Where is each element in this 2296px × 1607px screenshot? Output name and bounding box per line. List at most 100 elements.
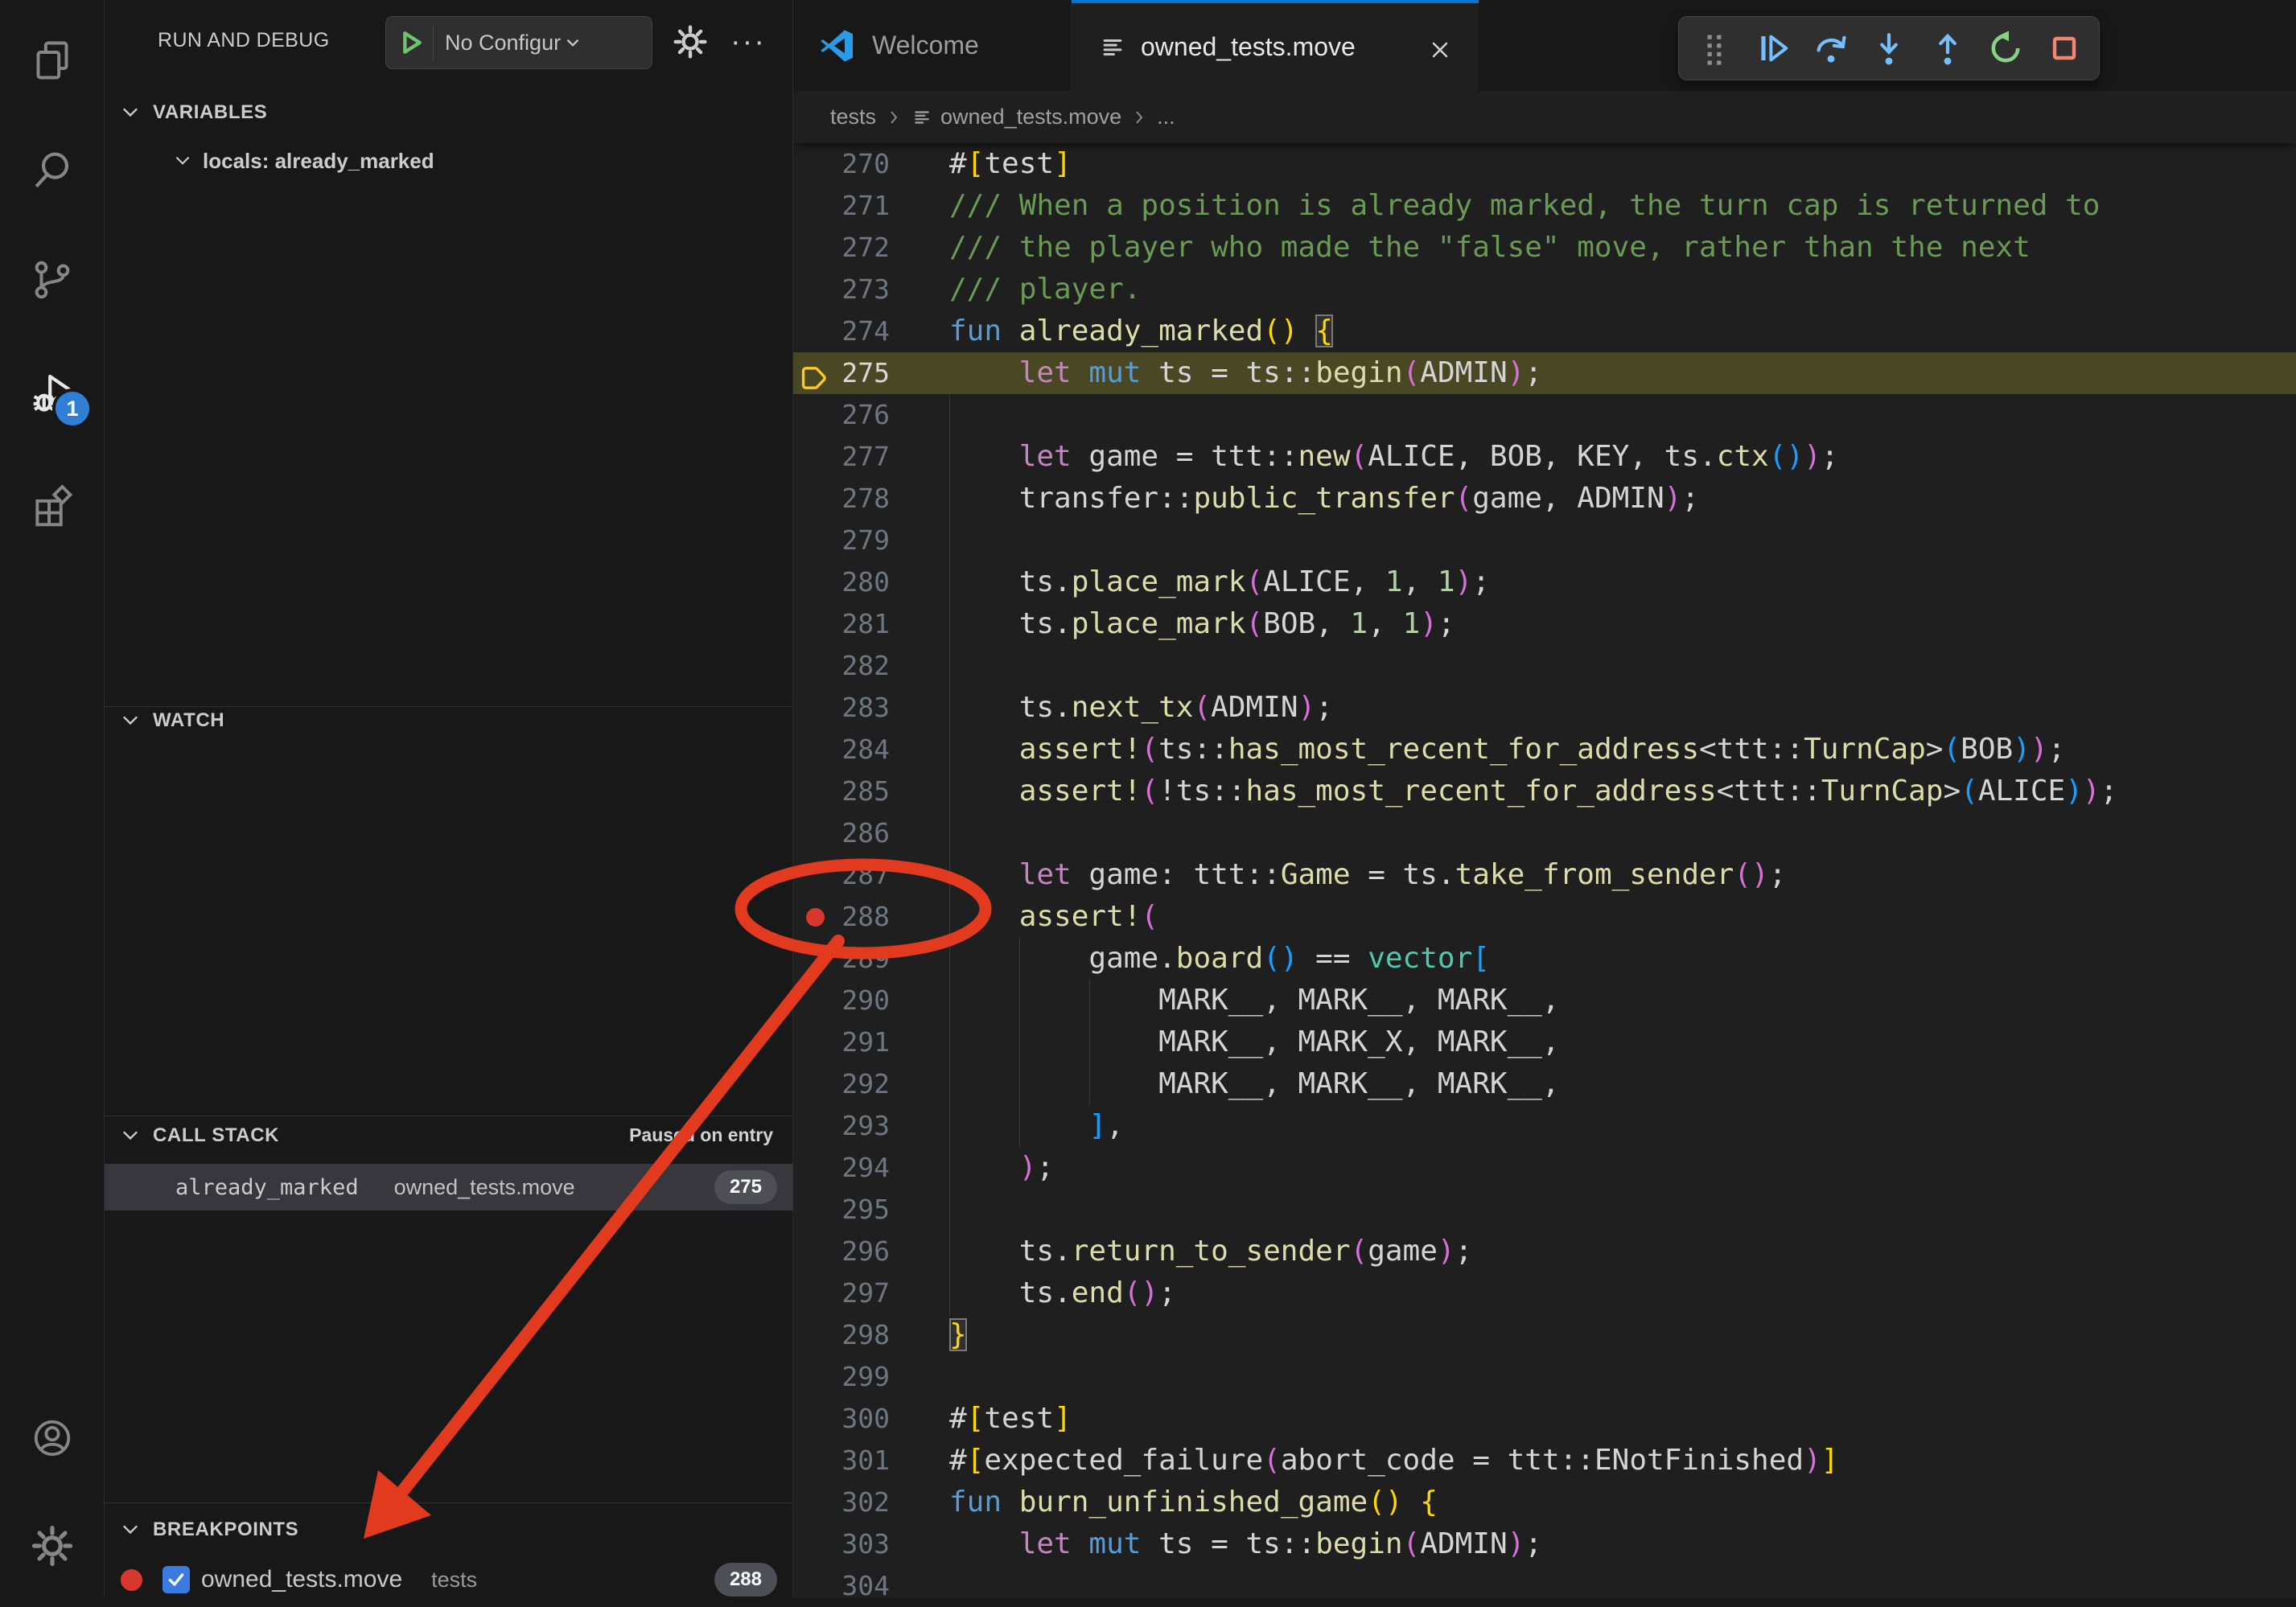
code-line[interactable]: 289 game.board() == vector[ [793, 938, 2296, 980]
line-number[interactable]: 289 [793, 938, 890, 980]
line-number[interactable]: 281 [793, 603, 890, 645]
line-number[interactable]: 277 [793, 436, 890, 478]
code-line[interactable]: 293 ], [793, 1105, 2296, 1147]
drag-grip-button[interactable] [1691, 25, 1738, 72]
code-line[interactable]: 273/// player. [793, 269, 2296, 310]
line-number[interactable]: 300 [793, 1398, 890, 1440]
line-number[interactable]: 276 [793, 394, 890, 436]
activity-bar-item-source-control[interactable] [0, 236, 104, 324]
line-number[interactable]: 291 [793, 1021, 890, 1063]
code-line[interactable]: 291 MARK__, MARK_X, MARK__, [793, 1021, 2296, 1063]
line-number[interactable]: 273 [793, 269, 890, 310]
breakpoints-section-header[interactable]: BREAKPOINTS [105, 1512, 793, 1547]
line-number[interactable]: 302 [793, 1482, 890, 1523]
code-line[interactable]: 275 let mut ts = ts::begin(ADMIN); [793, 352, 2296, 394]
breadcrumb-item[interactable]: owned_tests.move [940, 105, 1121, 129]
code-line[interactable]: 303 let mut ts = ts::begin(ADMIN); [793, 1523, 2296, 1565]
breadcrumb-item[interactable]: tests [830, 105, 876, 129]
line-number[interactable]: 297 [793, 1272, 890, 1314]
breakpoint-dot-icon[interactable] [806, 908, 825, 927]
line-number[interactable]: 272 [793, 227, 890, 269]
code-line[interactable]: 290 MARK__, MARK__, MARK__, [793, 980, 2296, 1021]
line-number[interactable]: 292 [793, 1063, 890, 1105]
activity-bar-item-account[interactable] [0, 1394, 104, 1482]
code-line[interactable]: 297 ts.end(); [793, 1272, 2296, 1314]
code-line[interactable]: 271/// When a position is already marked… [793, 185, 2296, 227]
line-number[interactable]: 299 [793, 1356, 890, 1398]
code-line[interactable]: 283 ts.next_tx(ADMIN); [793, 687, 2296, 729]
code-line[interactable]: 288 assert!( [793, 896, 2296, 938]
variables-section-header[interactable]: VARIABLES [105, 95, 793, 130]
code-line[interactable]: 287 let game: ttt::Game = ts.take_from_s… [793, 854, 2296, 896]
code-line[interactable]: 281 ts.place_mark(BOB, 1, 1); [793, 603, 2296, 645]
code-line[interactable]: 301#[expected_failure(abort_code = ttt::… [793, 1440, 2296, 1482]
code-line[interactable]: 299 [793, 1356, 2296, 1398]
call-stack-frame-row[interactable]: already_marked owned_tests.move 275 [105, 1164, 793, 1210]
line-number[interactable]: 270 [793, 143, 890, 185]
code-text: ts.end(); [949, 1272, 1176, 1314]
code-editor[interactable]: 270#[test]271/// When a position is alre… [793, 0, 2296, 1597]
code-line[interactable]: 298} [793, 1314, 2296, 1356]
code-line[interactable]: 274fun already_marked() { [793, 310, 2296, 352]
step-out-button[interactable] [1924, 25, 1971, 72]
line-number[interactable]: 284 [793, 729, 890, 771]
code-line[interactable]: 284 assert!(ts::has_most_recent_for_addr… [793, 729, 2296, 771]
code-line[interactable]: 295 [793, 1189, 2296, 1231]
code-line[interactable]: 277 let game = ttt::new(ALICE, BOB, KEY,… [793, 436, 2296, 478]
breadcrumb-item[interactable]: ... [1157, 105, 1175, 129]
debug-settings-button[interactable] [668, 19, 713, 64]
code-line[interactable]: 280 ts.place_mark(ALICE, 1, 1); [793, 561, 2296, 603]
line-number[interactable]: 271 [793, 185, 890, 227]
frame-function-name: already_marked [175, 1175, 359, 1200]
line-number[interactable]: 298 [793, 1314, 890, 1356]
activity-bar-item-explorer[interactable] [0, 16, 104, 105]
line-number[interactable]: 301 [793, 1440, 890, 1482]
line-number[interactable]: 278 [793, 478, 890, 520]
activity-bar-item-search[interactable] [0, 126, 104, 215]
continue-button[interactable] [1749, 25, 1796, 72]
restart-button[interactable] [1982, 25, 2029, 72]
code-line[interactable]: 300#[test] [793, 1398, 2296, 1440]
line-number[interactable]: 294 [793, 1147, 890, 1189]
breakpoint-checkbox[interactable] [163, 1566, 190, 1593]
line-number[interactable]: 286 [793, 812, 890, 854]
line-number[interactable]: 296 [793, 1231, 890, 1272]
code-line[interactable]: 278 transfer::public_transfer(game, ADMI… [793, 478, 2296, 520]
line-number[interactable]: 283 [793, 687, 890, 729]
code-line[interactable]: 279 [793, 520, 2296, 561]
code-line[interactable]: 292 MARK__, MARK__, MARK__, [793, 1063, 2296, 1105]
locals-tree-item[interactable]: locals: already_marked [105, 143, 793, 179]
line-number[interactable]: 287 [793, 854, 890, 896]
code-line[interactable]: 272/// the player who made the "false" m… [793, 227, 2296, 269]
code-line[interactable]: 286 [793, 812, 2296, 854]
code-line[interactable]: 296 ts.return_to_sender(game); [793, 1231, 2296, 1272]
step-over-button[interactable] [1808, 25, 1854, 72]
line-number[interactable]: 295 [793, 1189, 890, 1231]
line-number[interactable]: 285 [793, 771, 890, 812]
code-line[interactable]: 282 [793, 645, 2296, 687]
line-number[interactable]: 280 [793, 561, 890, 603]
line-number[interactable]: 279 [793, 520, 890, 561]
code-line[interactable]: 276 [793, 394, 2296, 436]
code-line[interactable]: 285 assert!(!ts::has_most_recent_for_add… [793, 771, 2296, 812]
activity-bar-item-run-and-debug[interactable]: 1 [0, 348, 104, 437]
line-number[interactable]: 303 [793, 1523, 890, 1565]
views-more-actions-button[interactable]: ··· [726, 19, 771, 64]
code-line[interactable]: 304 [793, 1565, 2296, 1607]
line-number[interactable]: 293 [793, 1105, 890, 1147]
activity-bar-item-settings[interactable] [0, 1502, 104, 1590]
step-into-button[interactable] [1866, 25, 1912, 72]
start-debug-icon[interactable] [394, 27, 426, 59]
line-number[interactable]: 290 [793, 980, 890, 1021]
line-number[interactable]: 304 [793, 1565, 890, 1607]
stop-button[interactable] [2041, 25, 2088, 72]
code-line[interactable]: 302fun burn_unfinished_game() { [793, 1482, 2296, 1523]
line-number[interactable]: 274 [793, 310, 890, 352]
line-number[interactable]: 282 [793, 645, 890, 687]
code-line[interactable]: 294 ); [793, 1147, 2296, 1189]
code-line[interactable]: 270#[test] [793, 143, 2296, 185]
debug-config-dropdown[interactable]: No Configur [385, 16, 652, 69]
breakpoint-list-item[interactable]: owned_tests.move tests 288 [105, 1562, 793, 1597]
watch-section-header[interactable]: WATCH [105, 703, 793, 738]
activity-bar-item-extensions[interactable] [0, 461, 104, 549]
